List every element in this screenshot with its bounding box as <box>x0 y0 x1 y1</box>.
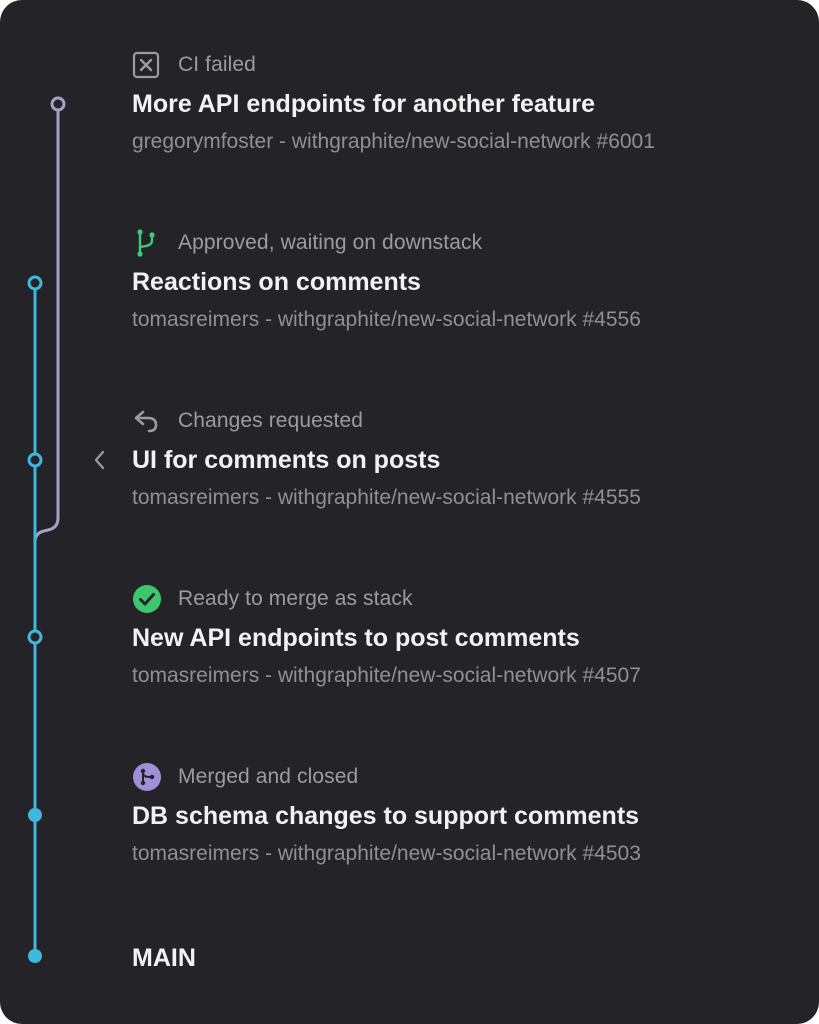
status-row: Changes requested <box>132 406 799 436</box>
pr-subtitle: tomasreimers - withgraphite/new-social-n… <box>132 486 641 509</box>
stack-node-filled <box>28 949 42 963</box>
pr-subtitle: tomasreimers - withgraphite/new-social-n… <box>132 308 641 331</box>
main-branch-label[interactable]: MAIN <box>132 944 196 973</box>
undo-arrow-icon <box>132 406 162 436</box>
stack-item[interactable]: CI failed More API endpoints for another… <box>132 50 799 155</box>
ci-failed-icon <box>132 50 162 80</box>
pr-title[interactable]: UI for comments on posts <box>132 445 799 475</box>
status-text: Changes requested <box>178 409 363 432</box>
pr-subtitle: tomasreimers - withgraphite/new-social-n… <box>132 842 641 865</box>
status-text: Approved, waiting on downstack <box>178 231 483 254</box>
stack-graph <box>27 96 66 1004</box>
status-row: CI failed <box>132 50 799 80</box>
status-text: Merged and closed <box>178 765 359 788</box>
pr-title[interactable]: Reactions on comments <box>132 267 799 297</box>
stack-node-filled <box>28 808 42 822</box>
status-row: Approved, waiting on downstack <box>132 228 799 258</box>
stack-node-open <box>50 96 66 112</box>
status-text: CI failed <box>178 53 256 76</box>
check-circle-icon <box>132 584 162 614</box>
pr-title[interactable]: New API endpoints to post comments <box>132 623 799 653</box>
chevron-left-icon[interactable] <box>90 448 110 472</box>
stack-node-open <box>27 275 43 291</box>
stack-item[interactable]: Merged and closed DB schema changes to s… <box>132 762 799 867</box>
stack-node-open <box>27 629 43 645</box>
pr-title[interactable]: More API endpoints for another feature <box>132 89 799 119</box>
pr-subtitle: tomasreimers - withgraphite/new-social-n… <box>132 664 641 687</box>
side-branch-line <box>33 110 60 543</box>
pr-title[interactable]: DB schema changes to support comments <box>132 801 799 831</box>
merged-icon <box>132 762 162 792</box>
status-text: Ready to merge as stack <box>178 587 413 610</box>
status-row: Merged and closed <box>132 762 799 792</box>
stack-item[interactable]: Changes requested UI for comments on pos… <box>132 406 799 511</box>
stack-node-open <box>27 452 43 468</box>
status-row: Ready to merge as stack <box>132 584 799 614</box>
pr-subtitle: gregorymfoster - withgraphite/new-social… <box>132 130 655 153</box>
stack-panel: CI failed More API endpoints for another… <box>0 0 819 1024</box>
stack-item[interactable]: Ready to merge as stack New API endpoint… <box>132 584 799 689</box>
branch-icon <box>132 228 162 258</box>
stack-item[interactable]: Approved, waiting on downstack Reactions… <box>132 228 799 333</box>
